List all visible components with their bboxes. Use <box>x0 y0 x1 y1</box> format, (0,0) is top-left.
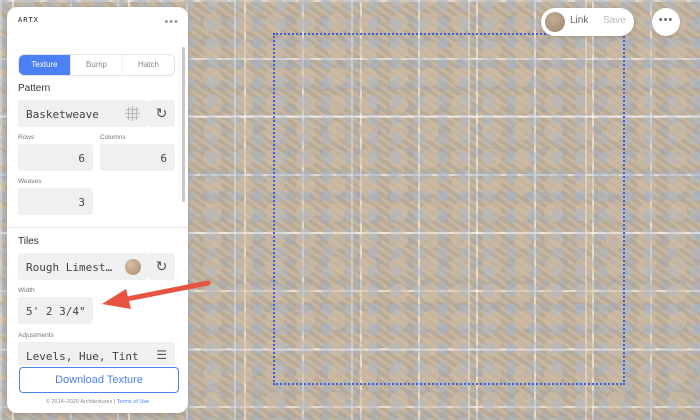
width-label: Width <box>18 287 35 294</box>
save-button[interactable]: Save <box>603 15 626 26</box>
footer: © 2014–2020 Architextures | Terms of Use <box>7 399 188 405</box>
tab-hatch[interactable]: Hatch <box>122 55 174 75</box>
material-value: Rough Limest… <box>26 261 113 274</box>
columns-input[interactable]: 6 <box>100 144 175 171</box>
share-link-bar: Link Save <box>541 8 634 36</box>
material-select[interactable]: Rough Limest… <box>18 253 148 280</box>
pattern-value: Basketweave <box>26 108 99 121</box>
adjustments-label: Adjustments <box>18 332 54 339</box>
avatar[interactable] <box>545 12 565 32</box>
columns-label: Columns <box>100 134 126 141</box>
weaves-label: Weaves <box>18 178 42 185</box>
rows-value: 6 <box>78 152 85 165</box>
panel-scroll-area: Texture Bump Hatch Pattern Basketweave ↻… <box>7 45 188 365</box>
pattern-section-title: Pattern <box>18 83 51 94</box>
more-dots-icon[interactable]: ••• <box>652 8 680 36</box>
tab-bar: Texture Bump Hatch <box>18 54 175 76</box>
section-divider <box>7 227 188 228</box>
adjustments-button[interactable]: Levels, Hue, Tint ☰ <box>18 342 175 365</box>
tab-texture[interactable]: Texture <box>19 55 70 75</box>
panel-scrollbar[interactable] <box>182 47 185 202</box>
rows-input[interactable]: 6 <box>18 144 93 171</box>
grid-pattern-icon <box>125 106 140 121</box>
weaves-input[interactable]: 3 <box>18 188 93 215</box>
columns-value: 6 <box>160 152 167 165</box>
tab-bump[interactable]: Bump <box>70 55 122 75</box>
material-swatch-icon <box>125 259 141 275</box>
adjustments-value: Levels, Hue, Tint <box>26 350 139 363</box>
terms-link[interactable]: Terms of Use <box>117 399 149 405</box>
settings-panel: ARTX ••• Texture Bump Hatch Pattern Bask… <box>7 7 188 413</box>
refresh-icon[interactable]: ↻ <box>148 253 175 280</box>
sliders-icon: ☰ <box>156 348 167 362</box>
copyright-text: © 2014–2020 Architextures | <box>45 399 117 405</box>
width-value: 5' 2 3/4" <box>26 305 86 318</box>
tiles-section-title: Tiles <box>18 236 39 247</box>
width-input[interactable]: 5' 2 3/4" <box>18 297 93 324</box>
more-dots-icon[interactable]: ••• <box>164 17 179 28</box>
download-texture-button[interactable]: Download Texture <box>19 367 179 393</box>
annotation-arrow <box>102 280 211 309</box>
link-button[interactable]: Link <box>570 15 588 26</box>
refresh-icon[interactable]: ↻ <box>148 100 175 127</box>
weaves-value: 3 <box>78 196 85 209</box>
logo: ARTX <box>18 16 39 24</box>
repeat-boundary <box>273 33 625 385</box>
rows-label: Rows <box>18 134 35 141</box>
pattern-select[interactable]: Basketweave <box>18 100 148 127</box>
